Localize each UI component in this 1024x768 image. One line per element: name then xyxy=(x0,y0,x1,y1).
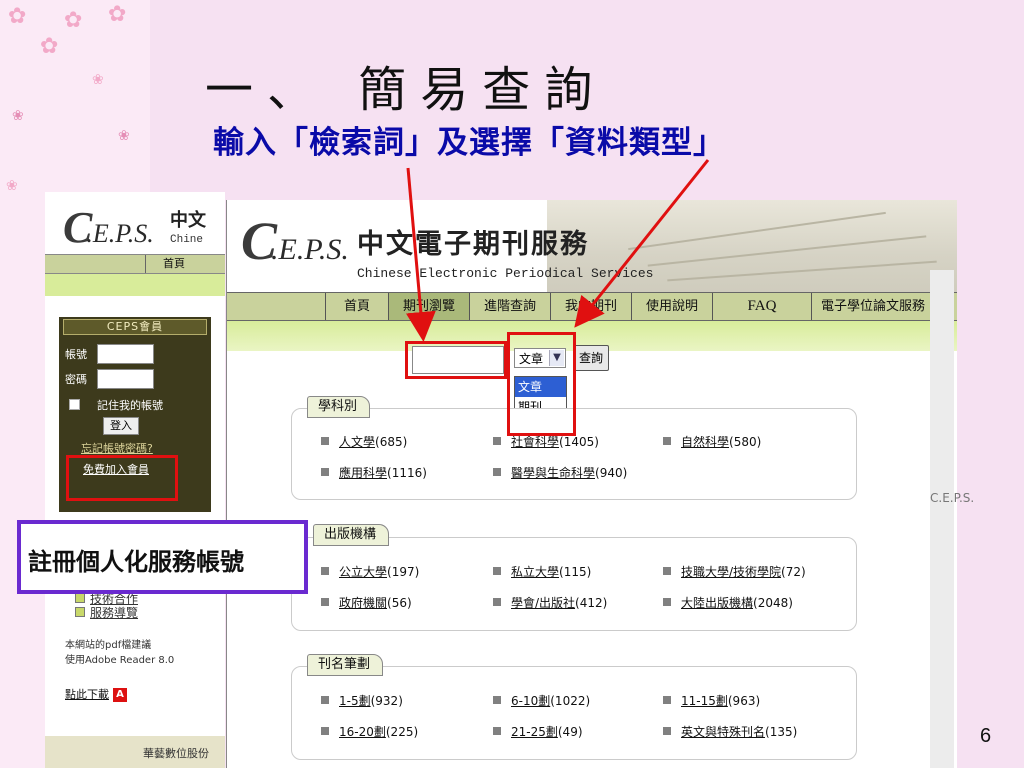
annotation-arrows xyxy=(405,159,710,342)
arrow-to-search-input xyxy=(405,167,436,342)
register-callout: 註冊個人化服務帳號 xyxy=(17,520,308,594)
page-number: 6 xyxy=(980,725,992,747)
arrow-to-type-select xyxy=(574,159,710,328)
